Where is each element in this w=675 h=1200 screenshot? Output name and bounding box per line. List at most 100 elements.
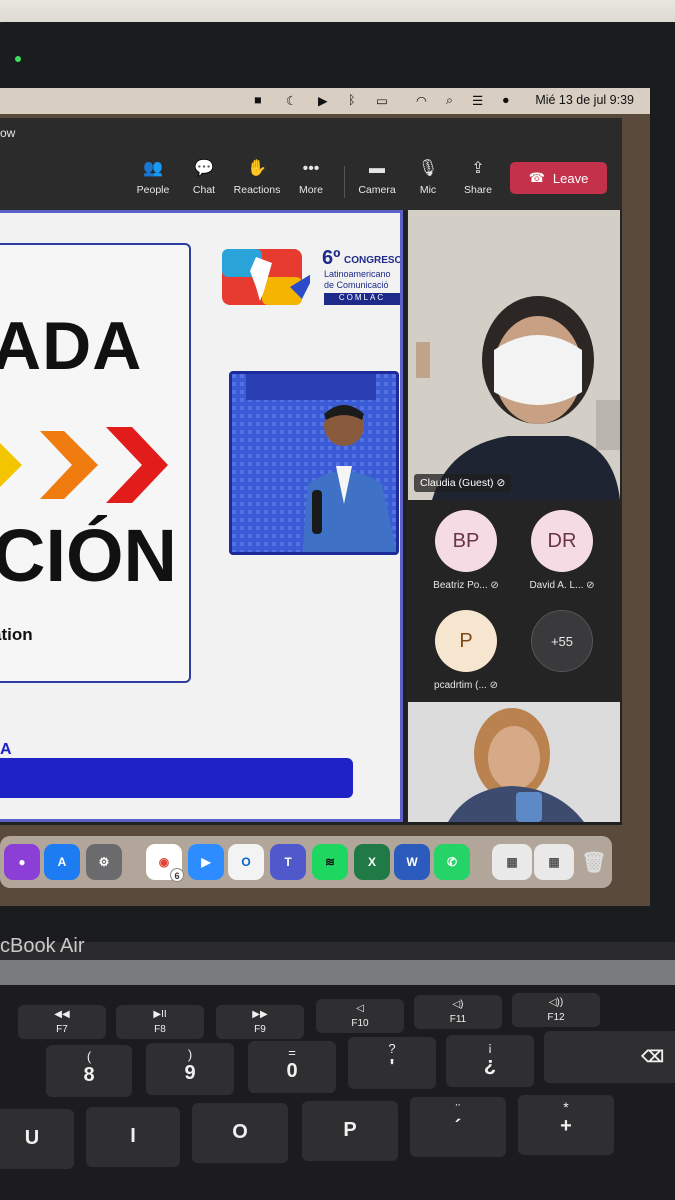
key-f12[interactable]: ◁)) F12: [512, 993, 600, 1027]
siri-icon[interactable]: ●: [502, 93, 510, 107]
participant-tile-name: Beatriz Po... ⊘: [433, 580, 499, 591]
window-titlebar: ow: [0, 118, 622, 148]
camera-label: Camera: [358, 184, 396, 196]
macos-dock: ● A ⚙ ◉ 6 ▶ O T ≋ X W ✆ ▦ ▦ 🗑: [0, 836, 612, 888]
logo-line3: de Comunicació: [324, 280, 389, 290]
share-icon: ⇪: [471, 160, 485, 177]
camera-button[interactable]: ▬ Camera: [352, 158, 402, 196]
key-o[interactable]: O: [192, 1103, 288, 1163]
reactions-button[interactable]: ✋ Reactions: [232, 158, 282, 196]
people-icon: 👥: [143, 160, 163, 177]
overflow-count: +55: [531, 610, 593, 672]
mic-muted-icon: ⊘: [496, 477, 506, 489]
whatsapp-app-icon[interactable]: ✆: [434, 844, 470, 880]
key-f11[interactable]: ◁) F11: [414, 995, 502, 1029]
people-label: People: [136, 184, 170, 196]
participants-panel: Claudia (Guest) ⊘ BP Beatriz Po... ⊘ DR …: [406, 210, 622, 822]
screen-record-icon[interactable]: ■: [254, 93, 262, 107]
mic-off-icon: 🎙: [417, 160, 439, 177]
wifi-icon[interactable]: ◠: [416, 93, 427, 108]
avatar: DR: [531, 510, 593, 572]
key-acute[interactable]: ¨ ´: [410, 1097, 506, 1157]
zoom-app-icon[interactable]: ▶: [188, 844, 224, 880]
battery-icon[interactable]: ▭: [376, 93, 388, 108]
spotify-app-icon[interactable]: ≋: [312, 844, 348, 880]
participant-tile[interactable]: P pcadrtim (... ⊘: [416, 610, 516, 702]
logo-number: 6º: [322, 247, 341, 269]
speaker-video: [229, 371, 399, 555]
key-0[interactable]: = 0: [248, 1041, 336, 1093]
participant-tile[interactable]: BP Beatriz Po... ⊘: [416, 510, 516, 602]
mic-muted-icon: ⊘: [489, 680, 498, 691]
chrome-app-icon[interactable]: ◉ 6: [146, 844, 184, 882]
teams-app-icon[interactable]: T: [270, 844, 306, 880]
focus-moon-icon[interactable]: ☾: [286, 93, 297, 108]
yellow-chevron: [0, 443, 22, 487]
avatar: P: [435, 610, 497, 672]
key-u[interactable]: U: [0, 1109, 74, 1169]
key-i[interactable]: I: [86, 1107, 180, 1167]
media-play-icon[interactable]: ▶: [318, 93, 328, 108]
key-inverted-question[interactable]: ¡ ¿: [446, 1035, 534, 1087]
spotlight-search-icon[interactable]: ⌕: [446, 93, 453, 108]
excel-app-icon[interactable]: X: [354, 844, 390, 880]
mic-button[interactable]: 🎙 Mic: [403, 158, 453, 196]
recent-window-thumbnail[interactable]: ▦: [492, 844, 532, 880]
key-8[interactable]: (8: [46, 1045, 132, 1097]
self-video[interactable]: [408, 702, 620, 822]
laptop-brand-label: cBook Air: [0, 935, 85, 957]
trash-icon[interactable]: 🗑: [576, 844, 612, 880]
app-store-icon[interactable]: A: [44, 844, 80, 880]
key-delete[interactable]: ⌫: [544, 1031, 675, 1083]
recent-window-thumbnail[interactable]: ▦: [534, 844, 574, 880]
chat-button[interactable]: 💬 Chat: [179, 158, 229, 196]
slide-line1: ADA: [0, 308, 143, 384]
more-label: More: [299, 184, 323, 196]
share-label: Share: [463, 184, 493, 196]
participant-figure: [408, 210, 620, 500]
key-9[interactable]: ) 9: [146, 1043, 234, 1095]
word-app-icon[interactable]: W: [394, 844, 430, 880]
outlook-app-icon[interactable]: O: [228, 844, 264, 880]
reactions-icon: ✋: [247, 160, 267, 177]
window-title: ow: [0, 126, 16, 140]
key-f9[interactable]: ▶▶ F9: [216, 1005, 304, 1039]
participant-tile[interactable]: DR David A. L... ⊘: [512, 510, 612, 602]
key-f10[interactable]: ◁ F10: [316, 999, 404, 1033]
toolbar-divider: [344, 166, 345, 198]
share-button[interactable]: ⇪ Share: [453, 158, 503, 196]
bluetooth-icon[interactable]: ᛒ: [348, 93, 356, 107]
participant-video-main[interactable]: Claudia (Guest) ⊘: [408, 210, 620, 500]
participant-name: Claudia (Guest): [420, 477, 494, 489]
control-center-icon[interactable]: ☰: [472, 93, 483, 108]
key-p[interactable]: P: [302, 1101, 398, 1161]
key-plus[interactable]: * +: [518, 1095, 614, 1155]
keyboard: ◀◀ F7 ▶II F8 ▶▶ F9 ◁ F10 ◁) F11 ◁)) F12 (8 ) 9 …: [0, 985, 675, 1200]
people-button[interactable]: 👥 People: [128, 158, 178, 196]
logo-title: CONGRESO: [344, 255, 403, 266]
menubar-clock[interactable]: Mié 13 de jul 9:39: [535, 93, 634, 107]
macos-menubar: ■ ☾ ▶ ᛒ ▭ ◠ ⌕ ☰ ● Mié 13 de jul 9:39: [0, 88, 650, 114]
camera-icon: ▬: [369, 160, 385, 177]
key-f7[interactable]: ◀◀ F7: [18, 1005, 106, 1039]
photo-stage: ■ ☾ ▶ ᛒ ▭ ◠ ⌕ ☰ ● Mié 13 de jul 9:39 ow …: [0, 0, 675, 1200]
delete-icon: ⌫: [641, 1049, 664, 1066]
avatar: BP: [435, 510, 497, 572]
podcasts-app-icon[interactable]: ●: [4, 844, 40, 880]
mic-label: Mic: [419, 184, 437, 196]
logo-line2: Latinoamericano: [324, 269, 391, 279]
red-chevron: [106, 427, 168, 503]
shared-screen: ADA CIÓN ation 6º: [0, 210, 403, 822]
leave-button[interactable]: ☎ Leave: [510, 162, 607, 194]
slide-line3: ation: [0, 625, 33, 644]
more-participants-tile[interactable]: +55: [512, 610, 612, 702]
key-f8[interactable]: ▶II F8: [116, 1005, 204, 1039]
more-icon: •••: [302, 160, 320, 177]
key-apostrophe[interactable]: ? ': [348, 1037, 436, 1089]
participant-tile-name: pcadrtim (... ⊘: [434, 680, 498, 691]
system-settings-icon[interactable]: ⚙: [86, 844, 122, 880]
leave-label: Leave: [552, 170, 589, 186]
more-button[interactable]: ••• More: [286, 158, 336, 196]
camera-indicator-light: [15, 56, 21, 62]
reactions-label: Reactions: [233, 184, 281, 196]
